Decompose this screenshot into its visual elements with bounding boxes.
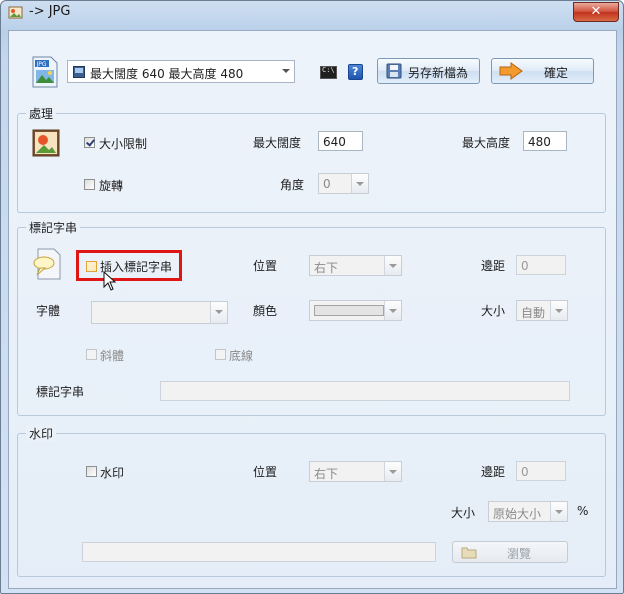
app-window: -> JPG ✕ JPG 最大闊度 640 最大高度 480 C:\ ? 另存新… (0, 0, 624, 594)
watermark-position-label: 位置 (253, 465, 278, 479)
preset-value: 最大闊度 640 最大高度 480 (90, 67, 244, 81)
marker-margin-input[interactable]: 0 (516, 255, 566, 275)
confirm-label: 確定 (544, 66, 569, 80)
floppy-disk-icon (386, 63, 402, 79)
size-limit-label: 大小限制 (99, 137, 148, 151)
close-icon: ✕ (590, 4, 602, 19)
chevron-down-icon[interactable] (384, 256, 401, 275)
max-height-label: 最大高度 (462, 136, 511, 150)
percent-label: % (577, 504, 589, 518)
size-limit-checkbox[interactable] (84, 137, 95, 148)
watermark-checkbox[interactable] (86, 466, 97, 477)
watermark-path-input[interactable] (82, 542, 436, 562)
jpg-file-icon: JPG (32, 56, 58, 88)
max-width-input[interactable]: 640 (318, 131, 363, 151)
chevron-down-icon[interactable] (278, 61, 294, 82)
rotate-label: 旋轉 (99, 179, 124, 193)
watermark-position-select[interactable]: 右下 (309, 461, 402, 482)
browse-label: 瀏覽 (507, 547, 532, 561)
marker-position-select[interactable]: 右下 (309, 255, 402, 276)
confirm-button[interactable]: 確定 (491, 58, 594, 84)
title-bar[interactable]: -> JPG ✕ (1, 1, 623, 25)
marker-size-label: 大小 (481, 304, 506, 318)
command-prompt-icon[interactable]: C:\ (320, 66, 337, 79)
insert-marker-checkbox[interactable] (86, 261, 97, 272)
save-as-label: 另存新檔為 (408, 66, 469, 80)
watermark-margin-input[interactable]: 0 (516, 461, 566, 481)
color-select[interactable] (309, 300, 402, 321)
watermark-title: 水印 (26, 425, 57, 442)
folder-icon (461, 547, 477, 559)
processing-title: 處理 (26, 105, 57, 122)
rotate-checkbox[interactable] (84, 179, 95, 190)
underline-checkbox[interactable] (215, 349, 226, 360)
chevron-down-icon[interactable] (550, 301, 567, 320)
watermark-margin-label: 邊距 (481, 465, 506, 479)
marker-margin-label: 邊距 (481, 259, 506, 273)
watermark-size-label: 大小 (451, 506, 476, 520)
marker-text-input[interactable] (160, 381, 570, 401)
chevron-down-icon[interactable] (210, 302, 227, 323)
color-label: 顏色 (253, 304, 278, 318)
preset-icon (73, 66, 85, 78)
italic-checkbox[interactable] (86, 349, 97, 360)
image-edit-icon (32, 129, 60, 157)
marker-group: 標記字串 插入標記字串 位置 右下 邊距 0 字體 顏色 大小 自動 斜體 底線… (17, 219, 606, 416)
underline-label: 底線 (229, 349, 254, 363)
chevron-down-icon[interactable] (384, 462, 401, 481)
chevron-down-icon[interactable] (384, 301, 401, 320)
italic-label: 斜體 (100, 349, 125, 363)
watermark-size-select[interactable]: 原始大小 (488, 501, 568, 522)
preset-select[interactable]: 最大闊度 640 最大高度 480 (67, 60, 295, 83)
angle-label: 角度 (280, 178, 305, 192)
font-label: 字體 (36, 304, 61, 318)
window-title: -> JPG (29, 4, 71, 19)
watermark-label: 水印 (100, 466, 125, 480)
color-swatch (314, 305, 384, 316)
arrow-right-icon (499, 62, 523, 80)
watermark-size-value: 原始大小 (493, 507, 542, 521)
app-icon (8, 6, 23, 19)
mouse-cursor-icon (103, 271, 117, 291)
angle-select[interactable]: 0 (318, 173, 369, 194)
help-icon[interactable]: ? (348, 64, 363, 80)
save-as-button[interactable]: 另存新檔為 (377, 58, 480, 84)
processing-group: 處理 大小限制 最大闊度 640 最大高度 480 旋轉 角度 0 (17, 105, 606, 213)
text-bubble-icon (33, 248, 61, 280)
max-width-label: 最大闊度 (253, 136, 302, 150)
font-select[interactable] (91, 301, 228, 324)
watermark-group: 水印 水印 位置 右下 邊距 0 大小 原始大小 % 瀏覽 (17, 425, 606, 577)
chevron-down-icon[interactable] (351, 174, 368, 193)
client-area: JPG 最大闊度 640 最大高度 480 C:\ ? 另存新檔為 確定 處理 … (8, 30, 617, 589)
close-button[interactable]: ✕ (573, 2, 619, 22)
marker-position-label: 位置 (253, 259, 278, 273)
watermark-position-value: 右下 (314, 467, 339, 481)
marker-size-value: 自動 (521, 306, 546, 320)
svg-text:JPG: JPG (36, 61, 47, 68)
marker-size-select[interactable]: 自動 (516, 300, 568, 321)
marker-text-label: 標記字串 (36, 385, 85, 399)
angle-value: 0 (323, 177, 331, 191)
browse-button[interactable]: 瀏覽 (452, 541, 568, 563)
marker-position-value: 右下 (314, 261, 339, 275)
max-height-input[interactable]: 480 (523, 131, 567, 151)
marker-title: 標記字串 (26, 219, 81, 236)
chevron-down-icon[interactable] (550, 502, 567, 521)
